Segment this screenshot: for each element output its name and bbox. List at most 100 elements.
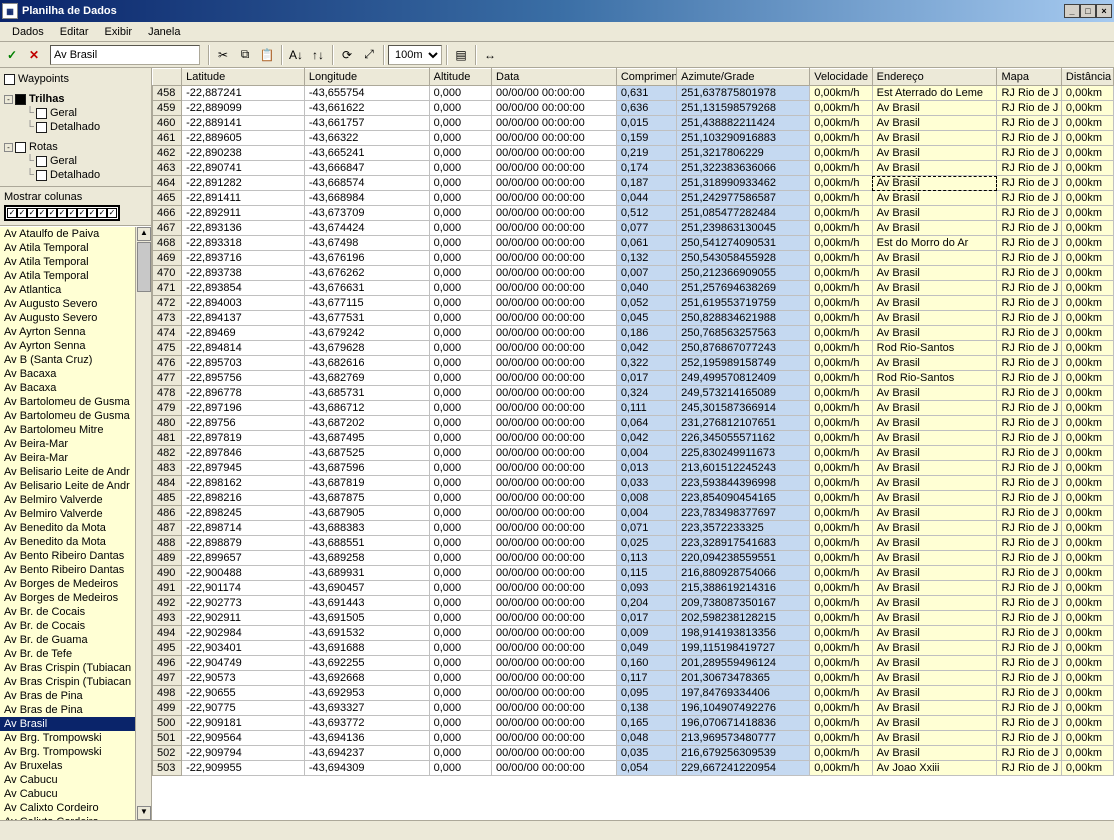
list-item[interactable]: Av Bruxelas [0, 759, 151, 773]
table-row[interactable]: 479-22,897196-43,6867120,00000/00/00 00:… [153, 401, 1114, 416]
table-row[interactable]: 486-22,898245-43,6879050,00000/00/00 00:… [153, 506, 1114, 521]
sort-desc-icon[interactable]: ↑↓ [308, 45, 328, 65]
tree-waypoints[interactable]: Waypoints [4, 72, 147, 86]
column-header[interactable]: Endereço [872, 69, 997, 86]
list-item[interactable]: Av Bento Ribeiro Dantas [0, 549, 151, 563]
list-item[interactable]: Av Brasil [0, 717, 151, 731]
table-row[interactable]: 497-22,90573-43,6926680,00000/00/00 00:0… [153, 671, 1114, 686]
list-item[interactable]: Av Br. de Cocais [0, 605, 151, 619]
table-row[interactable]: 464-22,891282-43,6685740,00000/00/00 00:… [153, 176, 1114, 191]
tree-rotas-geral[interactable]: └Geral [4, 154, 147, 168]
column-header[interactable]: Latitude [182, 69, 305, 86]
menu-janela[interactable]: Janela [140, 24, 188, 40]
list-item[interactable]: Av Brg. Trompowski [0, 745, 151, 759]
grid-icon[interactable]: ▤ [451, 45, 471, 65]
cut-icon[interactable]: ✂ [213, 45, 233, 65]
col-check-5[interactable]: ✓ [57, 208, 67, 218]
resize-icon[interactable]: ↔ [480, 45, 500, 65]
table-row[interactable]: 463-22,890741-43,6668470,00000/00/00 00:… [153, 161, 1114, 176]
list-item[interactable]: Av Belmiro Valverde [0, 493, 151, 507]
column-checkboxes[interactable]: ✓✓✓✓✓✓✓✓✓✓✓ [4, 205, 120, 221]
scroll-down-icon[interactable]: ▼ [137, 806, 151, 820]
col-check-10[interactable]: ✓ [107, 208, 117, 218]
table-row[interactable]: 475-22,894814-43,6796280,00000/00/00 00:… [153, 341, 1114, 356]
table-row[interactable]: 499-22,90775-43,6933270,00000/00/00 00:0… [153, 701, 1114, 716]
table-row[interactable]: 474-22,89469-43,6792420,00000/00/00 00:0… [153, 326, 1114, 341]
table-row[interactable]: 458-22,887241-43,6557540,00000/00/00 00:… [153, 86, 1114, 101]
table-row[interactable]: 462-22,890238-43,6652410,00000/00/00 00:… [153, 146, 1114, 161]
list-item[interactable]: Av Ataulfo de Paiva [0, 227, 151, 241]
column-header[interactable]: Velocidade [810, 69, 872, 86]
table-row[interactable]: 492-22,902773-43,6914430,00000/00/00 00:… [153, 596, 1114, 611]
table-row[interactable]: 460-22,889141-43,6617570,00000/00/00 00:… [153, 116, 1114, 131]
list-item[interactable]: Av Ayrton Senna [0, 325, 151, 339]
list-item[interactable]: Av Atila Temporal [0, 255, 151, 269]
zoom-select[interactable]: 100m [388, 45, 442, 65]
list-item[interactable]: Av Atila Temporal [0, 241, 151, 255]
sort-asc-icon[interactable]: A↓ [286, 45, 306, 65]
table-row[interactable]: 485-22,898216-43,6878750,00000/00/00 00:… [153, 491, 1114, 506]
list-item[interactable]: Av Belisario Leite de Andr [0, 465, 151, 479]
table-row[interactable]: 495-22,903401-43,6916880,00000/00/00 00:… [153, 641, 1114, 656]
maximize-button[interactable]: □ [1080, 4, 1096, 18]
list-item[interactable]: Av Bacaxa [0, 367, 151, 381]
table-row[interactable]: 493-22,902911-43,6915050,00000/00/00 00:… [153, 611, 1114, 626]
list-item[interactable]: Av Beira-Mar [0, 451, 151, 465]
paste-icon[interactable]: 📋 [257, 45, 277, 65]
column-header[interactable] [153, 69, 182, 86]
tree-trilhas-detalhado[interactable]: └Detalhado [4, 120, 147, 134]
table-row[interactable]: 496-22,904749-43,6922550,00000/00/00 00:… [153, 656, 1114, 671]
table-row[interactable]: 498-22,90655-43,6929530,00000/00/00 00:0… [153, 686, 1114, 701]
table-row[interactable]: 501-22,909564-43,6941360,00000/00/00 00:… [153, 731, 1114, 746]
tree-rotas-detalhado[interactable]: └Detalhado [4, 168, 147, 182]
scroll-up-icon[interactable]: ▲ [137, 227, 151, 241]
table-row[interactable]: 468-22,893318-43,674980,00000/00/00 00:0… [153, 236, 1114, 251]
table-row[interactable]: 469-22,893716-43,6761960,00000/00/00 00:… [153, 251, 1114, 266]
list-item[interactable]: Av Brg. Trompowski [0, 731, 151, 745]
col-check-1[interactable]: ✓ [17, 208, 27, 218]
close-button[interactable]: × [1096, 4, 1112, 18]
minimize-button[interactable]: _ [1064, 4, 1080, 18]
accept-button[interactable]: ✓ [2, 45, 22, 65]
cancel-button[interactable]: ✕ [24, 45, 44, 65]
table-row[interactable]: 491-22,901174-43,6904570,00000/00/00 00:… [153, 581, 1114, 596]
search-input[interactable] [50, 45, 200, 65]
list-item[interactable]: Av Bras Crispin (Tubiacan [0, 661, 151, 675]
list-item[interactable]: Av Benedito da Mota [0, 535, 151, 549]
list-item[interactable]: Av Bartolomeu Mitre [0, 423, 151, 437]
list-item[interactable]: Av B (Santa Cruz) [0, 353, 151, 367]
table-row[interactable]: 470-22,893738-43,6762620,00000/00/00 00:… [153, 266, 1114, 281]
table-row[interactable]: 503-22,909955-43,6943090,00000/00/00 00:… [153, 761, 1114, 776]
col-check-7[interactable]: ✓ [77, 208, 87, 218]
table-row[interactable]: 459-22,889099-43,6616220,00000/00/00 00:… [153, 101, 1114, 116]
list-item[interactable]: Av Bras de Pina [0, 689, 151, 703]
col-check-2[interactable]: ✓ [27, 208, 37, 218]
list-item[interactable]: Av Atila Temporal [0, 269, 151, 283]
table-row[interactable]: 465-22,891411-43,6689840,00000/00/00 00:… [153, 191, 1114, 206]
list-item[interactable]: Av Bartolomeu de Gusma [0, 395, 151, 409]
expand-icon[interactable]: ⤢ [359, 45, 379, 65]
column-header[interactable]: Mapa [997, 69, 1061, 86]
table-row[interactable]: 480-22,89756-43,6872020,00000/00/00 00:0… [153, 416, 1114, 431]
col-check-3[interactable]: ✓ [37, 208, 47, 218]
col-check-9[interactable]: ✓ [97, 208, 107, 218]
col-check-4[interactable]: ✓ [47, 208, 57, 218]
tree-trilhas-geral[interactable]: └Geral [4, 106, 147, 120]
list-item[interactable]: Av Augusto Severo [0, 311, 151, 325]
table-row[interactable]: 478-22,896778-43,6857310,00000/00/00 00:… [153, 386, 1114, 401]
table-row[interactable]: 472-22,894003-43,6771150,00000/00/00 00:… [153, 296, 1114, 311]
copy-icon[interactable]: ⧉ [235, 45, 255, 65]
list-item[interactable]: Av Belmiro Valverde [0, 507, 151, 521]
list-item[interactable]: Av Benedito da Mota [0, 521, 151, 535]
list-item[interactable]: Av Calixto Cordeiro [0, 801, 151, 815]
table-row[interactable]: 502-22,909794-43,6942370,00000/00/00 00:… [153, 746, 1114, 761]
column-header[interactable]: Azimute/Grade [677, 69, 810, 86]
refresh-icon[interactable]: ⟳ [337, 45, 357, 65]
menu-exibir[interactable]: Exibir [97, 24, 141, 40]
column-header[interactable]: Distância [1061, 69, 1113, 86]
column-header[interactable]: Comprimento [616, 69, 676, 86]
table-row[interactable]: 483-22,897945-43,6875960,00000/00/00 00:… [153, 461, 1114, 476]
tree-trilhas[interactable]: -Trilhas [4, 92, 147, 106]
list-item[interactable]: Av Borges de Medeiros [0, 577, 151, 591]
list-item[interactable]: Av Cabucu [0, 787, 151, 801]
